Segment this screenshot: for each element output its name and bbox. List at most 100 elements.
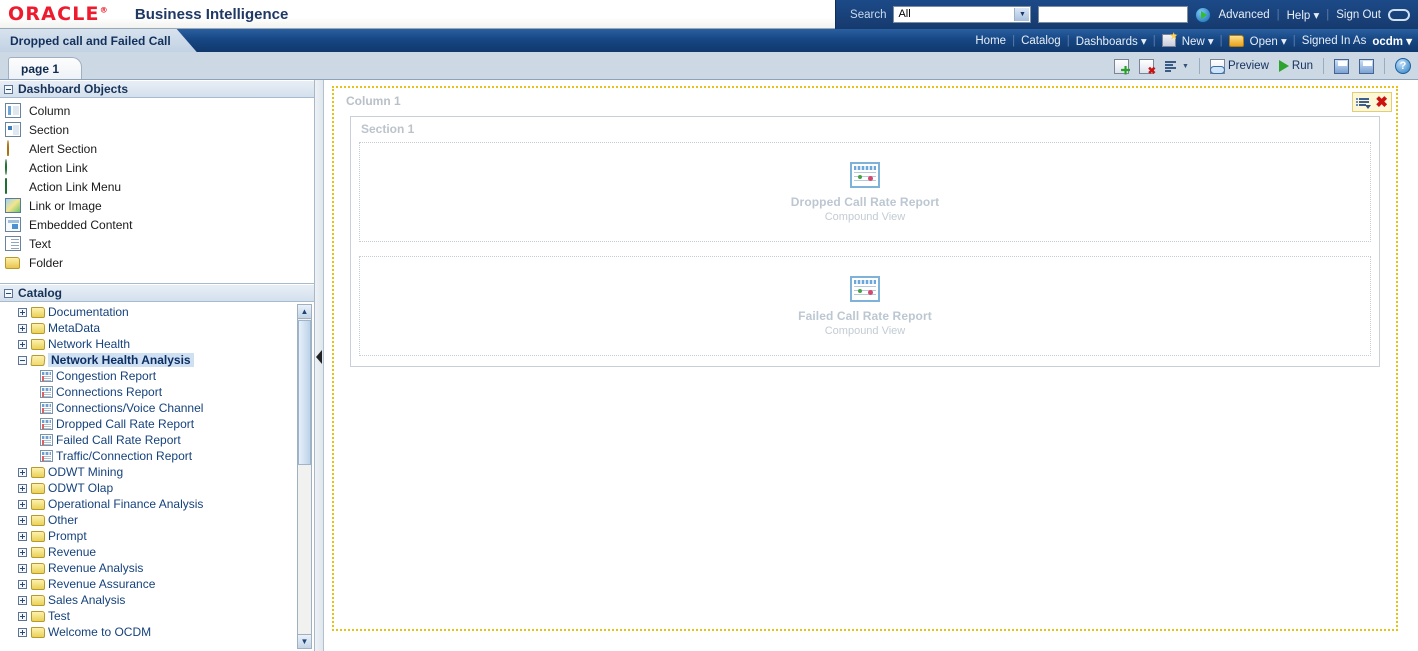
- help-menu[interactable]: Help ▾: [1287, 8, 1320, 22]
- search-go-icon[interactable]: [1195, 7, 1211, 23]
- expand-toggle-icon[interactable]: [18, 548, 27, 557]
- expand-toggle-icon[interactable]: [18, 628, 27, 637]
- catalog-panel-header[interactable]: Catalog: [0, 284, 314, 302]
- signed-in-user-menu[interactable]: ocdm ▾: [1372, 34, 1412, 48]
- tree-node-revenue-analysis[interactable]: Revenue Analysis: [18, 560, 314, 576]
- nav-catalog[interactable]: Catalog: [1021, 35, 1061, 47]
- run-button[interactable]: Run: [1276, 56, 1316, 76]
- expand-toggle-icon[interactable]: [18, 516, 27, 525]
- global-search-area: Search All ▼ Advanced | Help ▾ | Sign Ou…: [835, 0, 1418, 29]
- dashboard-object-link-or-image[interactable]: Link or Image: [0, 196, 314, 215]
- tree-node-odwt-mining[interactable]: ODWT Mining: [18, 464, 314, 480]
- tree-node-failed-call-rate-report[interactable]: Failed Call Rate Report: [18, 432, 314, 448]
- tree-node-network-health-analysis[interactable]: Network Health Analysis: [18, 352, 314, 368]
- expand-toggle-icon[interactable]: [18, 612, 27, 621]
- expand-toggle-icon[interactable]: [18, 468, 27, 477]
- page-properties-button[interactable]: ▼: [1161, 56, 1192, 76]
- folder-icon: [31, 307, 45, 318]
- expand-toggle-icon[interactable]: [18, 308, 27, 317]
- scrollbar-thumb[interactable]: [298, 320, 311, 465]
- tree-node-documentation[interactable]: Documentation: [18, 304, 314, 320]
- save-button[interactable]: [1331, 56, 1352, 76]
- scroll-up-button[interactable]: ▲: [298, 305, 311, 319]
- report-placeholder-failed-call-rate[interactable]: Failed Call Rate Report Compound View: [359, 256, 1371, 356]
- editor-body: Dashboard Objects Column Section Alert S…: [0, 80, 1418, 651]
- tree-node-revenue[interactable]: Revenue: [18, 544, 314, 560]
- dashboard-objects-panel-header[interactable]: Dashboard Objects: [0, 80, 314, 98]
- sign-out-link[interactable]: Sign Out: [1336, 9, 1381, 21]
- tree-node-operational-finance-analysis[interactable]: Operational Finance Analysis: [18, 496, 314, 512]
- dashboard-object-alert-section[interactable]: Alert Section: [0, 139, 314, 158]
- expand-toggle-icon[interactable]: [18, 324, 27, 333]
- action-link-menu-icon: [5, 179, 21, 194]
- collapse-left-arrow-icon[interactable]: [316, 350, 322, 364]
- tree-node-welcome-to-ocdm[interactable]: Welcome to OCDM: [18, 624, 314, 640]
- tree-node-revenue-assurance[interactable]: Revenue Assurance: [18, 576, 314, 592]
- user-pill-icon[interactable]: [1388, 9, 1410, 21]
- scroll-down-button[interactable]: ▼: [298, 634, 311, 648]
- preview-button[interactable]: Preview: [1207, 56, 1272, 76]
- expand-toggle-icon[interactable]: [18, 500, 27, 509]
- collapse-toggle-icon[interactable]: [4, 289, 13, 298]
- dashboard-object-action-link-menu[interactable]: Action Link Menu: [0, 177, 314, 196]
- divider: [1323, 58, 1324, 74]
- nav-home[interactable]: Home: [975, 35, 1006, 47]
- search-scope-select[interactable]: All ▼: [893, 6, 1031, 23]
- folder-icon: [31, 339, 45, 350]
- nav-dashboards[interactable]: Dashboards ▾: [1076, 34, 1147, 48]
- chevron-down-icon[interactable]: ▼: [1014, 8, 1029, 21]
- oracle-logo-text: ORACLE: [8, 3, 100, 25]
- tree-node-traffic-connection-report[interactable]: Traffic/Connection Report: [18, 448, 314, 464]
- expand-toggle-icon[interactable]: [18, 564, 27, 573]
- add-dashboard-page-button[interactable]: [1111, 56, 1132, 76]
- tree-node-sales-analysis[interactable]: Sales Analysis: [18, 592, 314, 608]
- dashboard-section[interactable]: Section 1 Dropped Call Rate Report Compo…: [350, 116, 1380, 367]
- tree-node-test[interactable]: Test: [18, 608, 314, 624]
- tree-node-network-health[interactable]: Network Health: [18, 336, 314, 352]
- tree-node-label: Failed Call Rate Report: [56, 433, 181, 447]
- dashboard-object-label: Action Link Menu: [29, 180, 121, 194]
- report-placeholder-dropped-call-rate[interactable]: Dropped Call Rate Report Compound View: [359, 142, 1371, 242]
- delete-dashboard-page-button[interactable]: [1136, 56, 1157, 76]
- save-as-button[interactable]: [1356, 56, 1377, 76]
- expand-toggle-icon[interactable]: [18, 484, 27, 493]
- dashboard-object-text[interactable]: Text: [0, 234, 314, 253]
- tree-node-other[interactable]: Other: [18, 512, 314, 528]
- dashboard-object-folder[interactable]: Folder: [0, 253, 314, 272]
- advanced-search-link[interactable]: Advanced: [1218, 9, 1269, 21]
- embedded-content-icon: [5, 217, 21, 232]
- divider: |: [1277, 9, 1280, 21]
- dashboard-object-section[interactable]: Section: [0, 120, 314, 139]
- tree-node-connections-voice-channel[interactable]: Connections/Voice Channel: [18, 400, 314, 416]
- tree-node-connections-report[interactable]: Connections Report: [18, 384, 314, 400]
- dashboard-object-embedded-content[interactable]: Embedded Content: [0, 215, 314, 234]
- tree-node-congestion-report[interactable]: Congestion Report: [18, 368, 314, 384]
- help-button[interactable]: ?: [1392, 56, 1414, 76]
- pane-splitter[interactable]: [315, 80, 324, 651]
- search-input[interactable]: [1038, 6, 1188, 23]
- page-tab-page-1[interactable]: page 1: [8, 57, 82, 79]
- link-or-image-icon: [5, 198, 21, 213]
- tree-node-metadata[interactable]: MetaData: [18, 320, 314, 336]
- product-title: Business Intelligence: [135, 6, 288, 23]
- dashboard-object-action-link[interactable]: Action Link: [0, 158, 314, 177]
- expand-toggle-icon[interactable]: [18, 596, 27, 605]
- expand-toggle-icon[interactable]: [18, 532, 27, 541]
- delete-column-icon[interactable]: ✖: [1375, 95, 1388, 110]
- catalog-tree[interactable]: Documentation MetaData Network Health: [0, 302, 314, 651]
- expand-toggle-icon[interactable]: [18, 340, 27, 349]
- collapse-toggle-icon[interactable]: [18, 356, 27, 365]
- expand-toggle-icon[interactable]: [18, 580, 27, 589]
- dashboard-name-tab[interactable]: Dropped call and Failed Call: [0, 29, 197, 52]
- column-properties-icon[interactable]: [1356, 96, 1371, 109]
- nav-open[interactable]: Open ▾: [1250, 34, 1287, 48]
- dashboard-canvas[interactable]: Column 1 ✖ Section 1 Dropped Ca: [324, 80, 1418, 651]
- collapse-toggle-icon[interactable]: [4, 85, 13, 94]
- catalog-scrollbar[interactable]: ▲ ▼: [297, 304, 312, 649]
- tree-node-dropped-call-rate-report[interactable]: Dropped Call Rate Report: [18, 416, 314, 432]
- tree-node-odwt-olap[interactable]: ODWT Olap: [18, 480, 314, 496]
- tree-node-prompt[interactable]: Prompt: [18, 528, 314, 544]
- nav-new[interactable]: New ▾: [1182, 34, 1214, 48]
- dashboard-object-column[interactable]: Column: [0, 101, 314, 120]
- dashboard-column[interactable]: Column 1 ✖ Section 1 Dropped Ca: [332, 86, 1398, 631]
